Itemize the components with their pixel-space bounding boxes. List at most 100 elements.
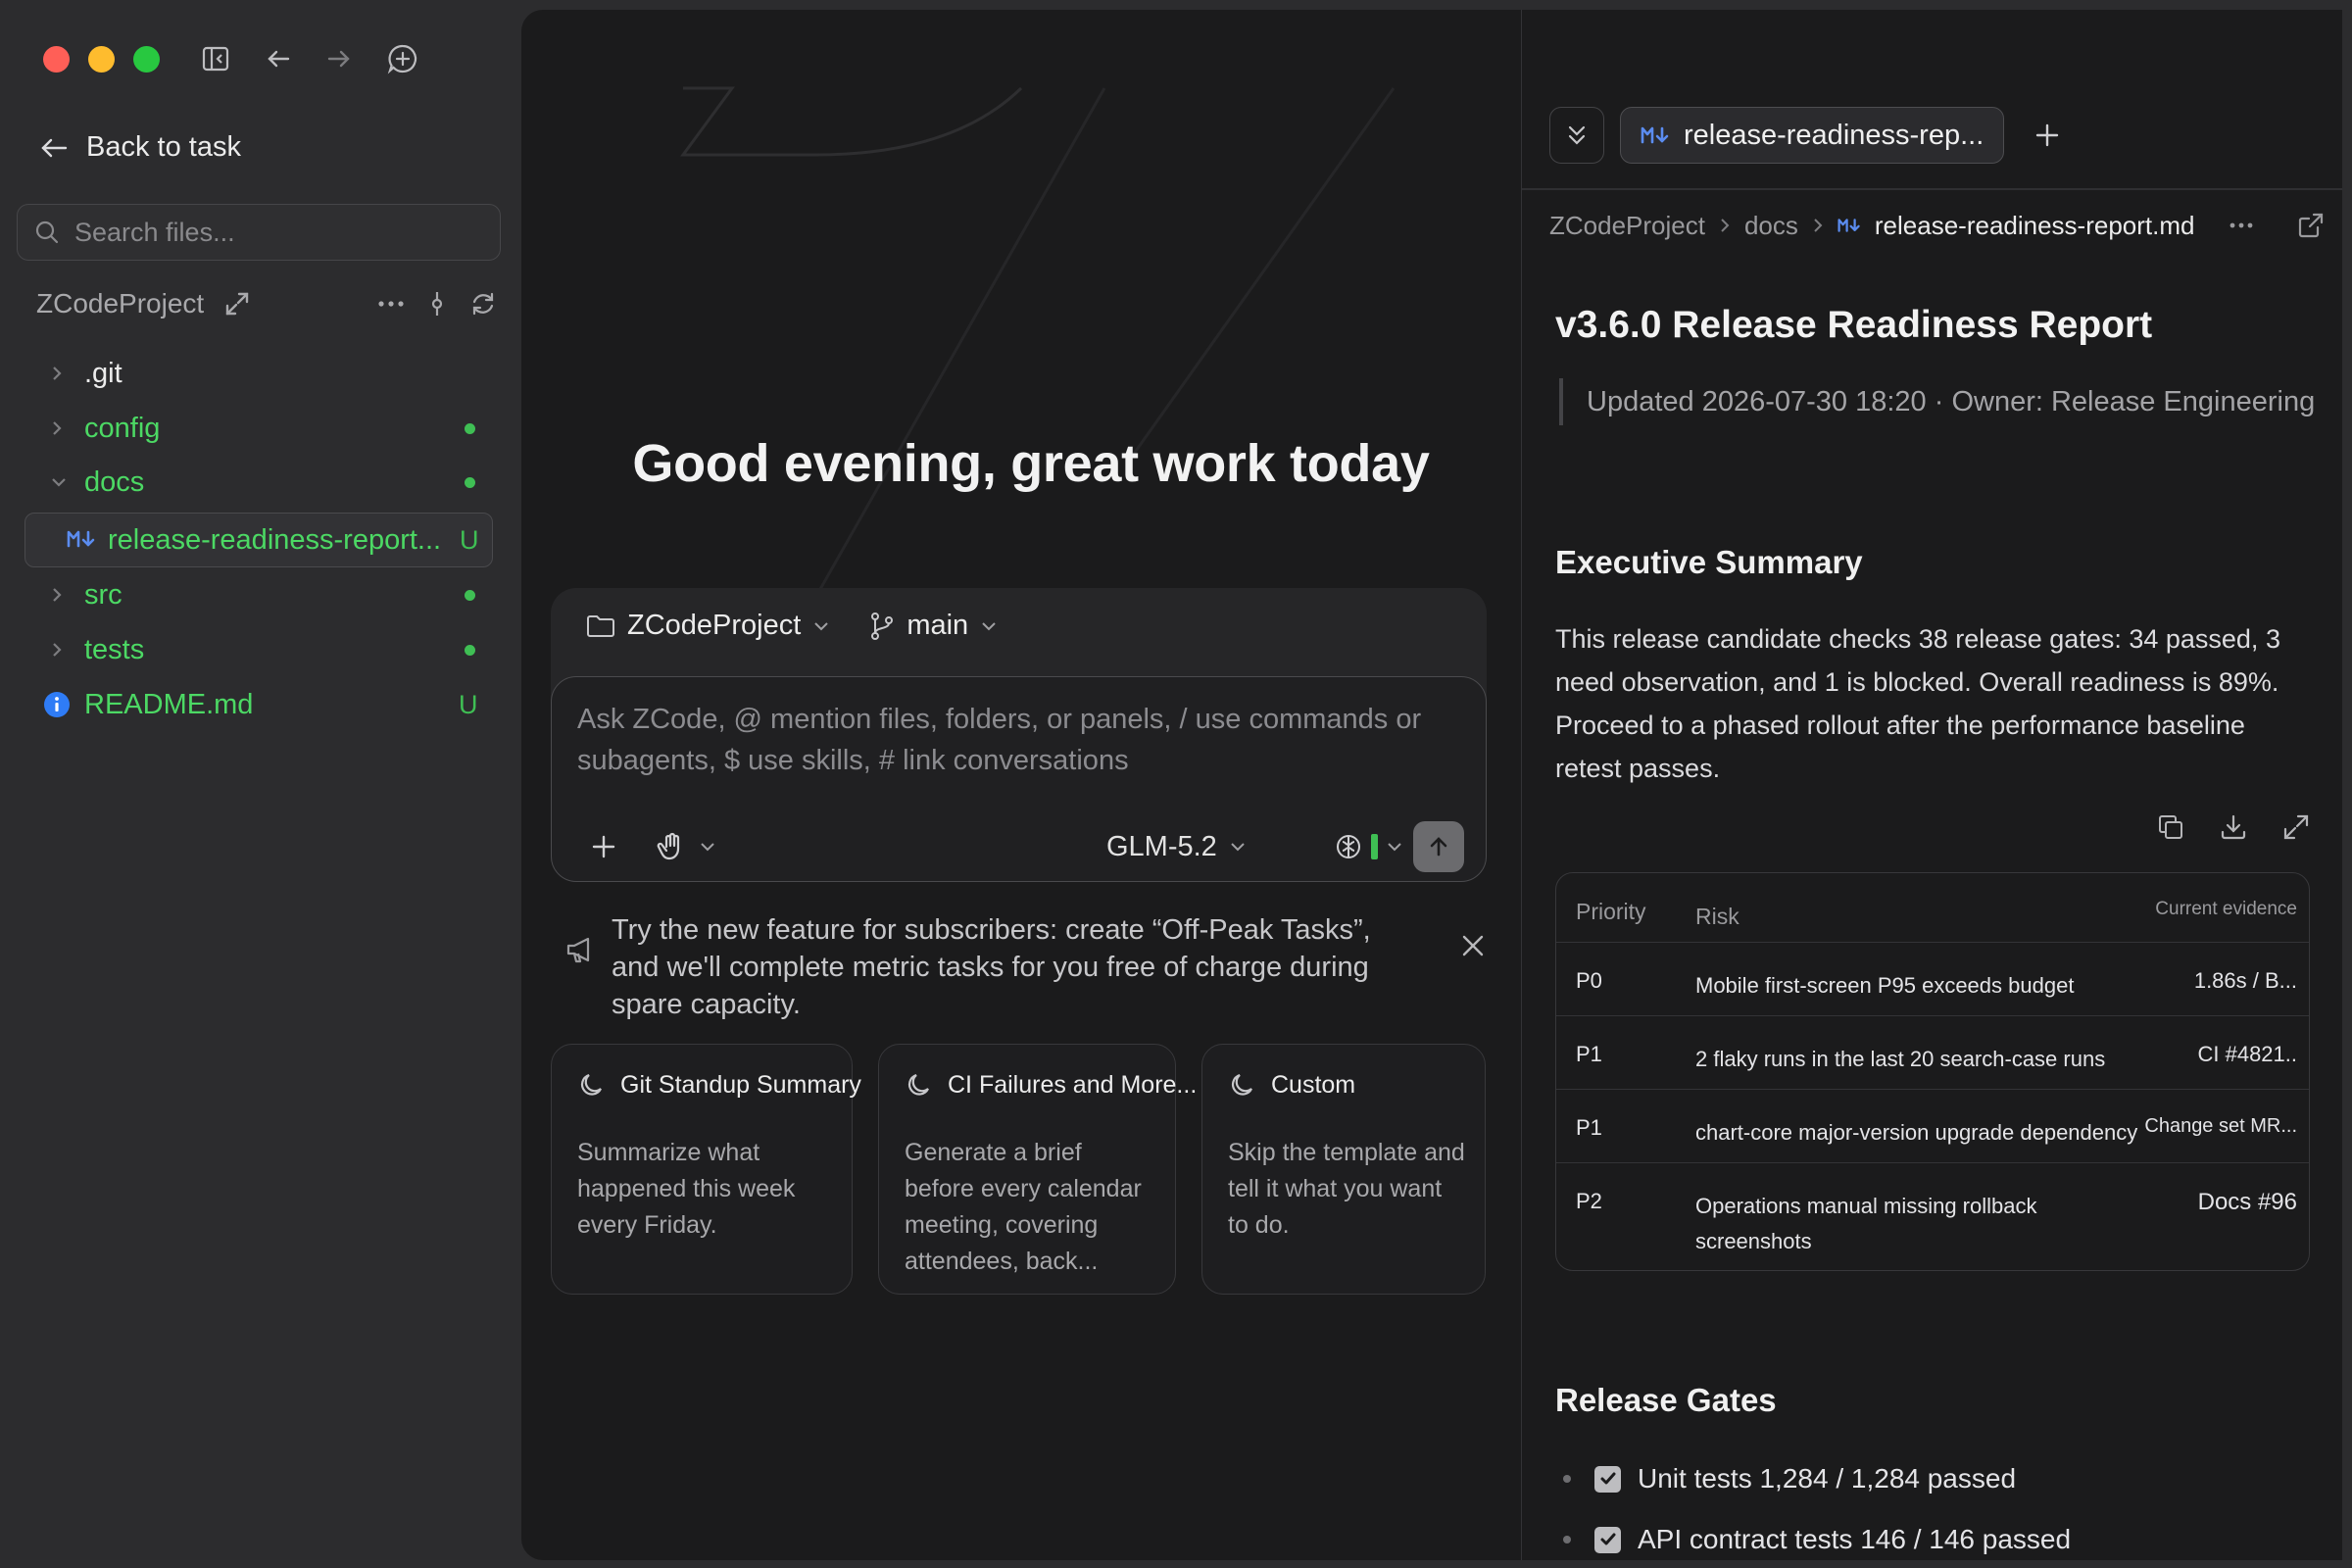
more-options-icon[interactable] [377, 300, 405, 308]
divider [1522, 188, 2342, 190]
moon-icon [905, 1070, 934, 1100]
chevron-right-icon [49, 364, 65, 383]
project-selector[interactable]: ZCodeProject [586, 610, 830, 642]
template-card-ci-failures[interactable]: CI Failures and More... Generate a brief… [878, 1044, 1197, 1295]
evidence-cell: Change set MR... [2144, 1115, 2297, 1137]
evidence-cell: Docs #96 [2197, 1189, 2297, 1215]
chat-input[interactable] [577, 699, 1459, 787]
back-to-task-button[interactable]: Back to task [39, 131, 241, 164]
tree-item-config[interactable]: config [0, 404, 490, 453]
background-decoration [680, 86, 1396, 598]
add-attachment-icon[interactable] [591, 834, 616, 859]
template-cards: Git Standup Summary Summarize what happe… [551, 1044, 1492, 1298]
git-commit-icon[interactable] [430, 290, 444, 318]
more-options-icon[interactable] [2230, 222, 2253, 228]
download-icon[interactable] [2220, 813, 2247, 841]
modified-dot [465, 644, 475, 656]
chat-home-pane: Good evening, great work today ZCodeProj… [521, 10, 1521, 1560]
git-branch-icon [869, 612, 895, 641]
tree-item-label: README.md [84, 688, 254, 720]
close-icon[interactable] [1460, 933, 1486, 958]
branch-selector[interactable]: main [869, 610, 998, 642]
chevrons-down-icon [1566, 123, 1588, 147]
search-input[interactable] [74, 217, 486, 248]
breadcrumb: ZCodeProject docs release-readiness-repo… [1549, 206, 2324, 245]
risk-cell: chart-core major-version upgrade depende… [1695, 1120, 2138, 1145]
folder-icon [586, 613, 615, 639]
composer-container: ZCodeProject main Ask ZCode, @ mention f… [551, 588, 1487, 882]
template-card-git-standup[interactable]: Git Standup Summary Summarize what happe… [551, 1044, 861, 1295]
breadcrumb-item[interactable]: docs [1744, 211, 1798, 241]
megaphone-icon [564, 935, 598, 964]
gate-label: Unit tests 1,284 / 1,284 passed [1638, 1463, 2017, 1494]
chevron-down-icon [49, 474, 69, 490]
project-name: ZCodeProject [36, 288, 205, 318]
moon-icon [577, 1070, 607, 1100]
executive-summary-text: This release candidate checks 38 release… [1555, 624, 2280, 783]
document-title: v3.6.0 Release Readiness Report [1555, 304, 2153, 346]
bullet [1563, 1536, 1571, 1544]
risk-table: Priority Risk Current evidence P0 Mobile… [1555, 872, 2310, 1271]
chevron-right-icon [1812, 217, 1824, 234]
evidence-cell: CI #4821.. [2197, 1042, 2297, 1066]
refresh-icon[interactable] [469, 290, 497, 318]
tree-item-tests[interactable]: tests [0, 625, 490, 674]
hand-icon [656, 831, 687, 862]
breadcrumb-item[interactable]: ZCodeProject [1549, 211, 1705, 241]
copy-icon[interactable] [2157, 813, 2184, 841]
checkbox[interactable] [1594, 1465, 1621, 1493]
new-tab-button[interactable] [2020, 107, 2075, 164]
modified-dot [465, 422, 475, 434]
tree-item-label: src [84, 578, 122, 611]
card-description: Generate a brief before every calendar m… [905, 1139, 1142, 1275]
markdown-document: v3.6.0 Release Readiness Report Updated … [1555, 304, 2329, 1554]
expand-icon[interactable] [223, 290, 251, 318]
branch-selector-label: main [906, 610, 969, 641]
tree-item-readme[interactable]: README.md U [0, 680, 490, 729]
tree-item-src[interactable]: src [0, 570, 490, 619]
tree-item-docs[interactable]: docs [0, 458, 490, 507]
chevron-right-icon [1719, 217, 1731, 234]
app-window: Back to task ZCodeProject [0, 0, 2352, 1568]
priority-cell: P1 [1576, 1042, 1602, 1066]
model-selector[interactable]: GLM-5.2 [1106, 831, 1247, 863]
card-title-label: Custom [1271, 1070, 1356, 1099]
tree-item-git[interactable]: .git [0, 349, 490, 398]
expand-icon[interactable] [2282, 813, 2310, 841]
table-row: P1 2 flaky runs in the last 20 search-ca… [1556, 1015, 2309, 1089]
release-gates-list: Unit tests 1,284 / 1,284 passed API cont… [1555, 1448, 2329, 1560]
untracked-badge: U [460, 524, 479, 555]
card-title-label: CI Failures and More... [948, 1070, 1198, 1099]
release-gates-heading: Release Gates [1555, 1382, 1777, 1418]
collapse-tabs-button[interactable] [1549, 107, 1604, 164]
back-to-task-label: Back to task [86, 131, 241, 163]
executive-summary-heading: Executive Summary [1555, 544, 1863, 580]
risk-cell: Mobile first-screen P95 exceeds budget [1695, 973, 2075, 998]
untracked-badge: U [459, 689, 478, 719]
composer-toolbar: GLM-5.2 [577, 821, 1464, 872]
tab-release-report[interactable]: release-readiness-rep... [1620, 107, 2005, 164]
preview-tabbar: release-readiness-rep... [1549, 106, 2075, 165]
reasoning-level-selector[interactable] [1334, 832, 1403, 861]
card-title: Custom [1228, 1070, 1355, 1100]
file-search-box[interactable] [17, 204, 501, 261]
send-button[interactable] [1413, 821, 1464, 872]
tree-item-release-report[interactable]: release-readiness-report... U [24, 513, 493, 567]
card-title-label: Git Standup Summary [620, 1070, 861, 1099]
chat-composer: GLM-5.2 [551, 676, 1487, 882]
info-icon [43, 691, 71, 718]
priority-cell: P2 [1576, 1189, 1602, 1213]
open-external-icon[interactable] [2298, 213, 2324, 238]
template-card-custom[interactable]: Custom Skip the template and tell it wha… [1201, 1044, 1486, 1295]
permission-mode-selector[interactable] [656, 831, 716, 862]
checkbox[interactable] [1594, 1526, 1621, 1553]
modified-dot [465, 589, 475, 601]
gate-label: API contract tests 146 / 146 passed [1638, 1524, 2072, 1554]
evidence-cell: 1.86s / B... [2193, 968, 2297, 993]
chevron-down-icon [699, 841, 716, 853]
chevron-down-icon [1229, 841, 1247, 853]
brain-icon [1334, 832, 1363, 861]
document-meta: Updated 2026-07-30 18:20 · Owner: Releas… [1559, 378, 2329, 425]
chevron-right-icon [49, 418, 65, 438]
tree-item-label: .git [84, 357, 122, 389]
